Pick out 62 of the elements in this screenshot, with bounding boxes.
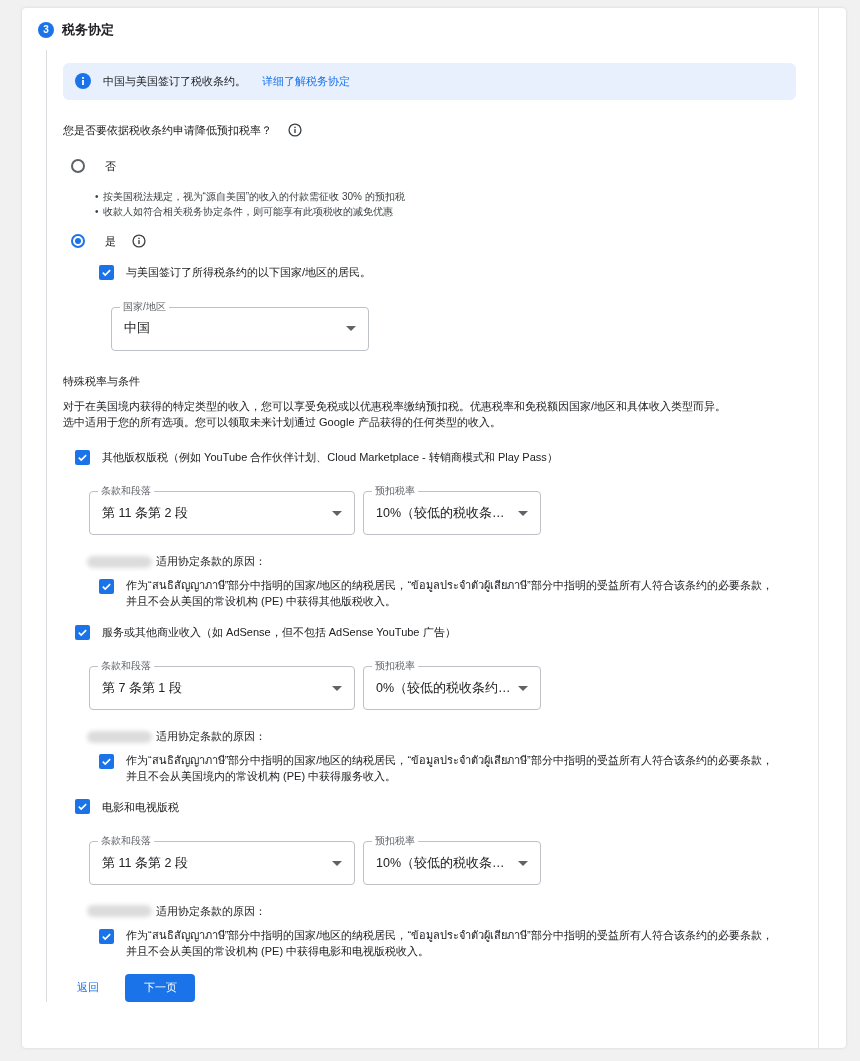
reason-text: 作为“สนธิสัญญาภาษี”部分中指明的国家/地区的纳税居民，“ข้อมูลประจำตัวผู้เสียภาษี”部分中指明的受益所有人符合该条约的必要条款，并且不会从美国的常设机构 (PE) 中获得电影和电视版税收入。 [126, 927, 774, 959]
question-text: 您是否要依据税收条约申请降低预扣税率？ [63, 122, 272, 138]
info-icon [288, 122, 302, 137]
checkbox-label: 其他版权版税（例如 YouTube 合作伙伴计划、Cloud Marketplace - 转销商模式和 Play Pass） [102, 449, 558, 465]
dropdown-caret-icon [518, 860, 528, 866]
step-title: 税务协定 [62, 21, 114, 39]
checkbox[interactable] [99, 928, 114, 944]
field-label: 预扣税率 [372, 834, 418, 849]
field-value: 第 7 条第 1 段 [102, 679, 182, 697]
field-value: 10%（较低的税收条… [376, 854, 505, 872]
bullet-text: 收款人如符合相关税务协定条件，则可能享有此项税收的减免优惠 [102, 204, 393, 219]
reason-label: 适用协定条款的原因： [156, 904, 266, 920]
blurred-redaction [87, 555, 152, 568]
checkbox[interactable] [75, 799, 90, 815]
dropdown-caret-icon [332, 685, 342, 691]
option-label: 否 [105, 159, 116, 174]
bullet-marker: • [95, 204, 99, 219]
reason-label: 适用协定条款的原因： [156, 554, 266, 570]
checkbox-label: 与美国签订了所得税条约的以下国家/地区的居民。 [126, 265, 372, 280]
radio-button[interactable] [71, 233, 85, 248]
dropdown-caret-icon [346, 326, 356, 331]
bullet-text: 按美国税法规定，视为“源自美国”的收入的付款需征收 30% 的预扣税 [102, 189, 405, 204]
blurred-redaction [87, 730, 152, 743]
field-label: 条款和段落 [98, 834, 154, 849]
option-label: 是 [105, 233, 116, 249]
notice-text: 中国与美国签订了税收条约。 [103, 73, 246, 89]
dropdown-caret-icon [332, 860, 342, 866]
checkbox[interactable] [99, 264, 114, 280]
dropdown-caret-icon [518, 510, 528, 516]
checkbox-label: 服务或其他商业收入（如 AdSense，但不包括 AdSense YouTube 广告） [102, 624, 456, 640]
reason-text: 作为“สนธิสัญญาภาษี”部分中指明的国家/地区的纳税居民，“ข้อมูลประจำตัวผู้เสียภาษี”部分中指明的受益所有人符合该条约的必要条款，并且不会从美国的常设机构 (PE) 中获得其他版税收入。 [126, 577, 774, 609]
description-text: 选中适用于您的所有选项。您可以领取未来计划通过 Google 产品获得的任何类型的收入。 [63, 414, 502, 430]
section-heading: 特殊税率与条件 [63, 373, 141, 389]
field-value: 0%（较低的税收条约… [376, 679, 511, 697]
learn-more-link[interactable]: 详细了解税务协定 [262, 72, 350, 90]
field-value: 中国 [124, 320, 150, 338]
reason-label: 适用协定条款的原因： [156, 729, 266, 745]
field-label: 预扣税率 [372, 484, 418, 499]
step-number: 3 [38, 21, 54, 38]
field-value: 第 11 条第 2 段 [102, 854, 188, 872]
blurred-redaction [87, 905, 152, 918]
radio-button[interactable] [71, 159, 85, 174]
reason-text: 作为“สนธิสัญญาภาษี”部分中指明的国家/地区的纳税居民，“ข้อมูลประจำตัวผู้เสียภาษี”部分中指明的受益所有人符合该条约的必要条款，并且不会从美国境内的常设机构 (PE) 中获得服务收入。 [126, 752, 774, 784]
field-value: 10%（较低的税收条… [376, 505, 505, 522]
field-label: 条款和段落 [98, 659, 154, 674]
checkbox-label: 电影和电视版税 [102, 799, 179, 815]
description-text: 对于在美国境内获得的特定类型的收入，您可以享受免税或以优惠税率缴纳预扣税。优惠税率和免税额因国家/地区和具体收入类型而异。 [63, 399, 728, 414]
back-link[interactable]: 返回 [77, 979, 99, 996]
checkbox[interactable] [75, 449, 90, 465]
checkbox[interactable] [75, 624, 90, 640]
field-label: 国家/地区 [120, 299, 169, 314]
field-label: 条款和段落 [98, 484, 154, 499]
dropdown-caret-icon [518, 685, 528, 691]
next-button[interactable]: 下一页 [125, 973, 195, 1002]
bullet-marker: • [95, 189, 99, 204]
checkbox[interactable] [99, 753, 114, 769]
checkbox[interactable] [99, 578, 114, 594]
checkmark-icon [77, 801, 88, 813]
info-icon [75, 73, 91, 89]
dropdown-caret-icon [332, 510, 342, 516]
field-value: 第 11 条第 2 段 [102, 505, 188, 522]
field-label: 预扣税率 [372, 659, 418, 674]
